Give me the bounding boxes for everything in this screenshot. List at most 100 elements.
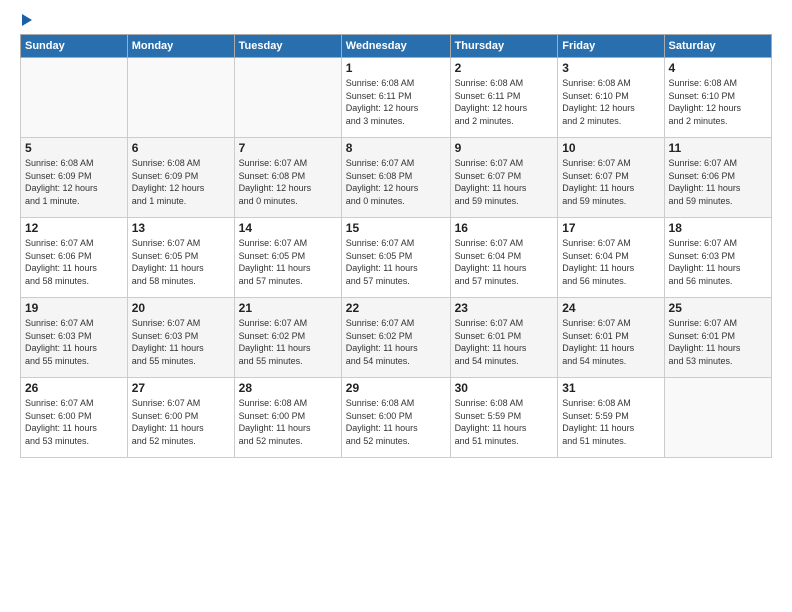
day-info: Sunrise: 6:08 AM Sunset: 5:59 PM Dayligh…	[455, 397, 554, 447]
weekday-header-sunday: Sunday	[21, 35, 128, 58]
day-info: Sunrise: 6:07 AM Sunset: 6:05 PM Dayligh…	[132, 237, 230, 287]
calendar-cell: 14 Sunrise: 6:07 AM Sunset: 6:05 PM Dayli…	[234, 218, 341, 298]
day-info: Sunrise: 6:07 AM Sunset: 6:01 PM Dayligh…	[669, 317, 767, 367]
day-number: 4	[669, 61, 767, 75]
calendar-cell: 12 Sunrise: 6:07 AM Sunset: 6:06 PM Dayli…	[21, 218, 128, 298]
calendar-cell: 27 Sunrise: 6:07 AM Sunset: 6:00 PM Dayli…	[127, 378, 234, 458]
calendar-cell	[664, 378, 771, 458]
calendar-cell: 25 Sunrise: 6:07 AM Sunset: 6:01 PM Dayli…	[664, 298, 771, 378]
calendar-cell: 21Sunrise: 6:07 AM Sunset: 6:02 PM Dayli…	[234, 298, 341, 378]
calendar-table: SundayMondayTuesdayWednesdayThursdayFrid…	[20, 34, 772, 458]
day-number: 31	[562, 381, 659, 395]
day-info: Sunrise: 6:07 AM Sunset: 6:01 PM Dayligh…	[562, 317, 659, 367]
day-info: Sunrise: 6:07 AM Sunset: 6:03 PM Dayligh…	[132, 317, 230, 367]
logo-arrow-icon	[22, 14, 32, 26]
day-number: 26	[25, 381, 123, 395]
day-number: 9	[455, 141, 554, 155]
day-number: 27	[132, 381, 230, 395]
calendar-cell: 18Sunrise: 6:07 AM Sunset: 6:03 PM Dayli…	[664, 218, 771, 298]
calendar-cell: 20Sunrise: 6:07 AM Sunset: 6:03 PM Dayli…	[127, 298, 234, 378]
week-row-5: 26 Sunrise: 6:07 AM Sunset: 6:00 PM Dayli…	[21, 378, 772, 458]
calendar-cell: 3 Sunrise: 6:08 AM Sunset: 6:10 PM Daylig…	[558, 58, 664, 138]
day-info: Sunrise: 6:07 AM Sunset: 6:04 PM Dayligh…	[562, 237, 659, 287]
calendar-cell: 5 Sunrise: 6:08 AM Sunset: 6:09 PM Daylig…	[21, 138, 128, 218]
weekday-header-thursday: Thursday	[450, 35, 558, 58]
calendar-cell: 11 Sunrise: 6:07 AM Sunset: 6:06 PM Dayli…	[664, 138, 771, 218]
day-info: Sunrise: 6:07 AM Sunset: 6:05 PM Dayligh…	[346, 237, 446, 287]
day-number: 15	[346, 221, 446, 235]
calendar-cell: 10Sunrise: 6:07 AM Sunset: 6:07 PM Dayli…	[558, 138, 664, 218]
calendar-cell: 26 Sunrise: 6:07 AM Sunset: 6:00 PM Dayli…	[21, 378, 128, 458]
day-info: Sunrise: 6:07 AM Sunset: 6:07 PM Dayligh…	[562, 157, 659, 207]
calendar-cell: 1Sunrise: 6:08 AM Sunset: 6:11 PM Daylig…	[341, 58, 450, 138]
day-info: Sunrise: 6:07 AM Sunset: 6:02 PM Dayligh…	[346, 317, 446, 367]
calendar-cell: 30Sunrise: 6:08 AM Sunset: 5:59 PM Dayli…	[450, 378, 558, 458]
week-row-4: 19 Sunrise: 6:07 AM Sunset: 6:03 PM Dayli…	[21, 298, 772, 378]
day-number: 3	[562, 61, 659, 75]
day-info: Sunrise: 6:07 AM Sunset: 6:08 PM Dayligh…	[346, 157, 446, 207]
day-info: Sunrise: 6:07 AM Sunset: 6:01 PM Dayligh…	[455, 317, 554, 367]
day-number: 5	[25, 141, 123, 155]
day-info: Sunrise: 6:08 AM Sunset: 6:00 PM Dayligh…	[346, 397, 446, 447]
day-number: 19	[25, 301, 123, 315]
day-number: 16	[455, 221, 554, 235]
day-info: Sunrise: 6:07 AM Sunset: 6:04 PM Dayligh…	[455, 237, 554, 287]
day-info: Sunrise: 6:07 AM Sunset: 6:06 PM Dayligh…	[25, 237, 123, 287]
day-info: Sunrise: 6:07 AM Sunset: 6:00 PM Dayligh…	[25, 397, 123, 447]
weekday-header-row: SundayMondayTuesdayWednesdayThursdayFrid…	[21, 35, 772, 58]
day-info: Sunrise: 6:07 AM Sunset: 6:06 PM Dayligh…	[669, 157, 767, 207]
day-number: 18	[669, 221, 767, 235]
calendar-cell: 7 Sunrise: 6:07 AM Sunset: 6:08 PM Daylig…	[234, 138, 341, 218]
day-number: 23	[455, 301, 554, 315]
day-info: Sunrise: 6:08 AM Sunset: 5:59 PM Dayligh…	[562, 397, 659, 447]
calendar-cell: 17 Sunrise: 6:07 AM Sunset: 6:04 PM Dayli…	[558, 218, 664, 298]
calendar-cell: 13 Sunrise: 6:07 AM Sunset: 6:05 PM Dayli…	[127, 218, 234, 298]
day-number: 14	[239, 221, 337, 235]
day-info: Sunrise: 6:08 AM Sunset: 6:11 PM Dayligh…	[346, 77, 446, 127]
day-info: Sunrise: 6:08 AM Sunset: 6:11 PM Dayligh…	[455, 77, 554, 127]
calendar-cell: 24 Sunrise: 6:07 AM Sunset: 6:01 PM Dayli…	[558, 298, 664, 378]
day-info: Sunrise: 6:08 AM Sunset: 6:09 PM Dayligh…	[25, 157, 123, 207]
day-number: 8	[346, 141, 446, 155]
day-info: Sunrise: 6:08 AM Sunset: 6:09 PM Dayligh…	[132, 157, 230, 207]
day-info: Sunrise: 6:08 AM Sunset: 6:00 PM Dayligh…	[239, 397, 337, 447]
day-info: Sunrise: 6:07 AM Sunset: 6:07 PM Dayligh…	[455, 157, 554, 207]
weekday-header-friday: Friday	[558, 35, 664, 58]
day-number: 11	[669, 141, 767, 155]
calendar-cell: 16 Sunrise: 6:07 AM Sunset: 6:04 PM Dayli…	[450, 218, 558, 298]
weekday-header-tuesday: Tuesday	[234, 35, 341, 58]
day-number: 24	[562, 301, 659, 315]
day-number: 7	[239, 141, 337, 155]
page: SundayMondayTuesdayWednesdayThursdayFrid…	[0, 0, 792, 612]
day-info: Sunrise: 6:08 AM Sunset: 6:10 PM Dayligh…	[562, 77, 659, 127]
calendar-cell	[21, 58, 128, 138]
day-number: 22	[346, 301, 446, 315]
calendar-cell: 6Sunrise: 6:08 AM Sunset: 6:09 PM Daylig…	[127, 138, 234, 218]
day-info: Sunrise: 6:07 AM Sunset: 6:00 PM Dayligh…	[132, 397, 230, 447]
calendar-cell	[234, 58, 341, 138]
logo	[20, 16, 32, 26]
day-number: 17	[562, 221, 659, 235]
day-number: 29	[346, 381, 446, 395]
calendar-cell: 4 Sunrise: 6:08 AM Sunset: 6:10 PM Daylig…	[664, 58, 771, 138]
day-number: 13	[132, 221, 230, 235]
weekday-header-monday: Monday	[127, 35, 234, 58]
calendar-cell: 28 Sunrise: 6:08 AM Sunset: 6:00 PM Dayli…	[234, 378, 341, 458]
day-number: 25	[669, 301, 767, 315]
week-row-3: 12 Sunrise: 6:07 AM Sunset: 6:06 PM Dayli…	[21, 218, 772, 298]
calendar-cell: 8 Sunrise: 6:07 AM Sunset: 6:08 PM Daylig…	[341, 138, 450, 218]
calendar-cell: 9 Sunrise: 6:07 AM Sunset: 6:07 PM Daylig…	[450, 138, 558, 218]
calendar-cell: 31 Sunrise: 6:08 AM Sunset: 5:59 PM Dayli…	[558, 378, 664, 458]
calendar-cell: 15 Sunrise: 6:07 AM Sunset: 6:05 PM Dayli…	[341, 218, 450, 298]
weekday-header-wednesday: Wednesday	[341, 35, 450, 58]
day-number: 28	[239, 381, 337, 395]
calendar-cell: 23 Sunrise: 6:07 AM Sunset: 6:01 PM Dayli…	[450, 298, 558, 378]
day-info: Sunrise: 6:08 AM Sunset: 6:10 PM Dayligh…	[669, 77, 767, 127]
day-info: Sunrise: 6:07 AM Sunset: 6:08 PM Dayligh…	[239, 157, 337, 207]
calendar-cell: 2 Sunrise: 6:08 AM Sunset: 6:11 PM Daylig…	[450, 58, 558, 138]
day-info: Sunrise: 6:07 AM Sunset: 6:05 PM Dayligh…	[239, 237, 337, 287]
day-number: 2	[455, 61, 554, 75]
day-number: 12	[25, 221, 123, 235]
calendar-cell: 22 Sunrise: 6:07 AM Sunset: 6:02 PM Dayli…	[341, 298, 450, 378]
header	[20, 16, 772, 26]
